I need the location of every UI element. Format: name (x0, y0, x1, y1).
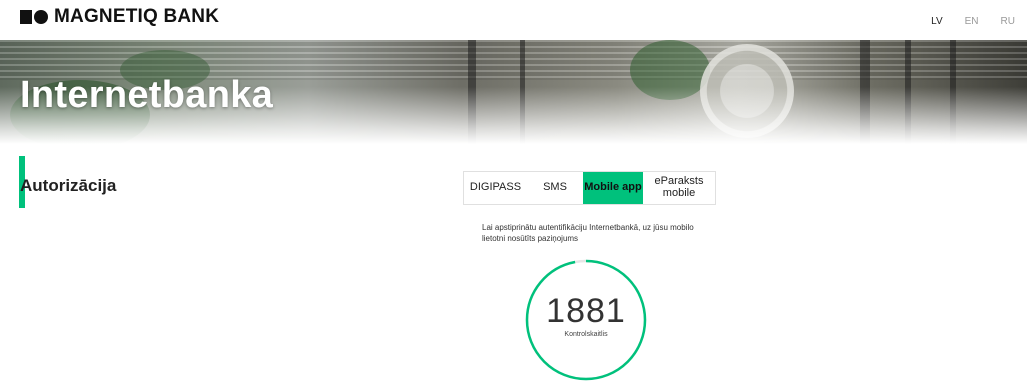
control-code-ring: 1881 Kontrolskaitlis (524, 258, 648, 382)
top-bar: MAGNETIQ BANK LV EN RU (0, 0, 1027, 40)
control-code: 1881 (546, 292, 626, 330)
hero-banner: Internetbanka (0, 40, 1027, 144)
brand-name: MAGNETIQ BANK (54, 6, 220, 27)
language-lv[interactable]: LV (931, 16, 943, 27)
control-code-label: Kontrolskaitlis (564, 331, 608, 338)
language-switcher: LV EN RU (931, 16, 1015, 27)
page-title: Internetbanka (20, 74, 274, 116)
language-en[interactable]: EN (965, 16, 979, 27)
tab-eparaksts-mobile[interactable]: eParaksts mobile (643, 172, 715, 204)
bank-logo[interactable]: MAGNETIQ BANK (20, 6, 219, 28)
auth-method-tabs: DIGIPASS SMS Mobile app eParaksts mobile (463, 171, 716, 205)
tab-sms[interactable]: SMS (527, 172, 583, 204)
logo-mark-icon (20, 10, 48, 24)
tab-mobile-app[interactable]: Mobile app (583, 172, 643, 204)
tab-digipass[interactable]: DIGIPASS (464, 172, 527, 204)
language-ru[interactable]: RU (1001, 16, 1015, 27)
section-title: Autorizācija (20, 176, 117, 195)
notification-message: Lai apstiprinātu autentifikāciju Interne… (482, 223, 694, 243)
